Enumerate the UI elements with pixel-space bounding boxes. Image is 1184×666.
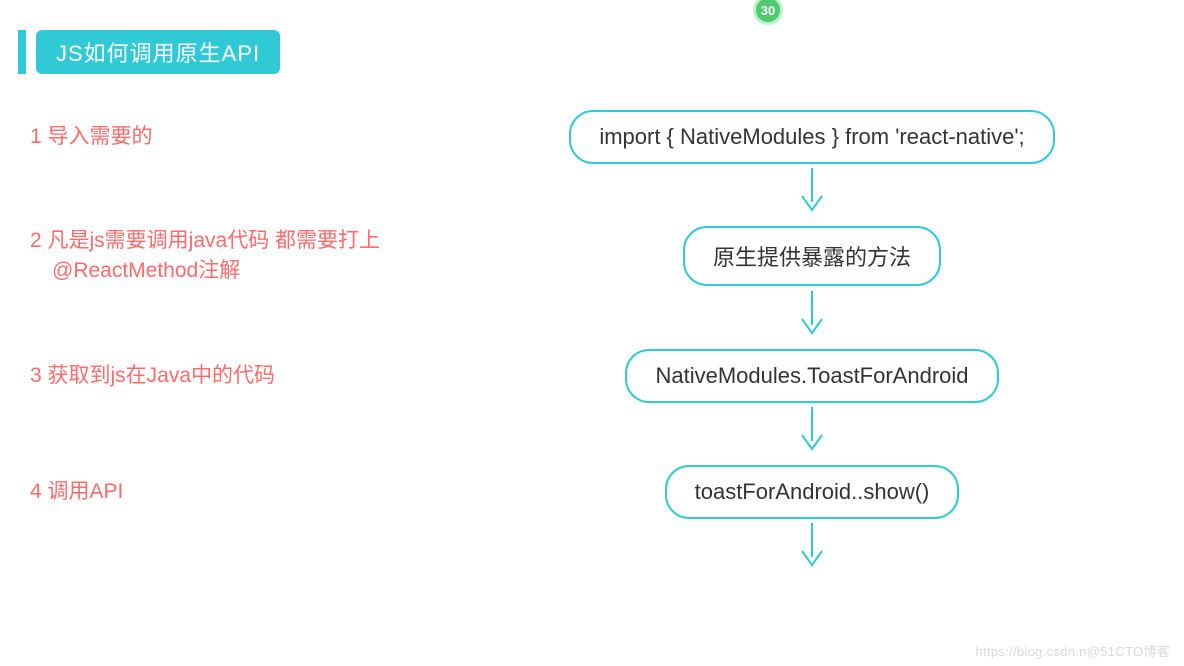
watermark: https://blog.csdn.n@51CTO博客 — [976, 641, 1170, 660]
step-row-2: 2 凡是js需要调用java代码 都需要打上 @ReactMethod注解 原生… — [0, 226, 1184, 287]
step-label-1: 1 导入需要的 — [0, 122, 440, 152]
flow-box-1: import { NativeModules } from 'react-nat… — [569, 110, 1054, 164]
step-row-3: 3 获取到js在Java中的代码 NativeModules.ToastForA… — [0, 349, 1184, 403]
arrow-down-icon — [797, 166, 827, 214]
arrow-3 — [440, 403, 1184, 455]
flow-box-3: NativeModules.ToastForAndroid — [625, 349, 998, 403]
diagram-content: 1 导入需要的 import { NativeModules } from 'r… — [0, 110, 1184, 571]
title-accent — [18, 30, 26, 74]
title-bar: JS如何调用原生API — [18, 30, 280, 74]
arrow-4 — [440, 519, 1184, 571]
arrow-down-icon — [797, 521, 827, 569]
step-row-4: 4 调用API toastForAndroid..show() — [0, 465, 1184, 519]
step-row-1: 1 导入需要的 import { NativeModules } from 'r… — [0, 110, 1184, 164]
arrow-2 — [440, 287, 1184, 339]
flow-box-2: 原生提供暴露的方法 — [683, 226, 941, 286]
step-label-4: 4 调用API — [0, 477, 440, 507]
step-label-2: 2 凡是js需要调用java代码 都需要打上 @ReactMethod注解 — [0, 226, 440, 287]
arrow-down-icon — [797, 405, 827, 453]
page-title: JS如何调用原生API — [36, 30, 280, 74]
arrow-down-icon — [797, 289, 827, 337]
page-count-badge: 30 — [753, 0, 783, 25]
step-label-3: 3 获取到js在Java中的代码 — [0, 361, 440, 391]
arrow-1 — [440, 164, 1184, 216]
flow-box-4: toastForAndroid..show() — [665, 465, 960, 519]
